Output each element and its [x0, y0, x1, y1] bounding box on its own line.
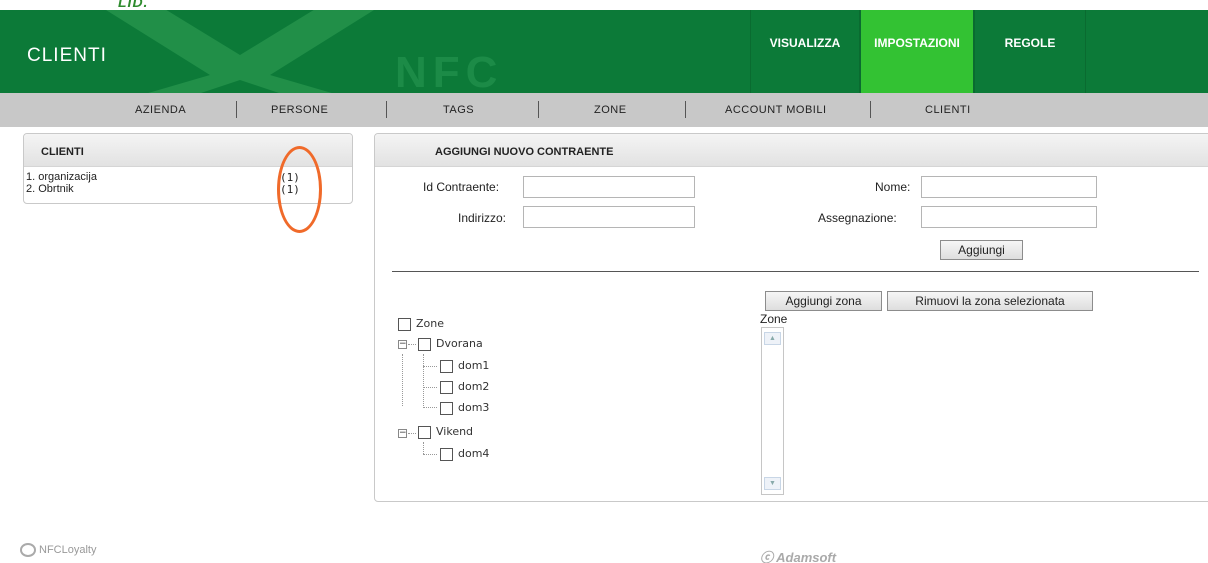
tree-connector	[402, 354, 403, 406]
tree-node-label: dom3	[458, 401, 490, 414]
checkbox[interactable]	[440, 401, 453, 415]
zone-list-label: Zone	[760, 312, 788, 326]
subnav-azienda[interactable]: AZIENDA	[135, 104, 186, 116]
adamsoft-logo-icon: ⓒ	[760, 550, 777, 563]
checkbox[interactable]	[440, 380, 453, 394]
remove-zone-button[interactable]: Rimuovi la zona selezionata	[887, 291, 1093, 311]
annotation-ellipse	[277, 146, 322, 233]
client-label[interactable]: 1. organizacija	[26, 171, 97, 183]
header-nfc-watermark: NFC	[395, 48, 504, 93]
nfc-logo-icon	[20, 543, 36, 557]
aggiungi-button[interactable]: Aggiungi	[940, 240, 1023, 260]
tree-node-label: Dvorana	[436, 337, 483, 350]
assegnazione-label: Assegnazione:	[818, 211, 897, 225]
nome-input[interactable]	[921, 176, 1097, 198]
divider	[392, 271, 1199, 272]
collapse-icon[interactable]: −	[398, 429, 407, 438]
tree-node-label: Vikend	[436, 425, 474, 438]
subnav-separator	[236, 101, 237, 118]
id-contraente-input[interactable]	[523, 176, 695, 198]
sub-nav: AZIENDA PERSONE TAGS ZONE ACCOUNT MOBILI…	[0, 93, 1208, 127]
tree-connector	[423, 354, 424, 406]
add-contractor-title: AGGIUNGI NUOVO CONTRAENTE	[375, 134, 1208, 167]
footer-center-text: Adamsoft	[776, 550, 837, 563]
header-bar: NFC CLIENTI VISUALIZZA IMPOSTAZIONI REGO…	[0, 10, 1208, 93]
tree-connector	[423, 387, 437, 388]
checkbox[interactable]	[440, 447, 453, 461]
scroll-down-icon[interactable]: ▼	[764, 477, 781, 490]
checkbox[interactable]	[418, 337, 431, 351]
tree-node-vikend[interactable]: Vikend	[418, 424, 473, 440]
subnav-persone[interactable]: PERSONE	[271, 104, 328, 116]
subnav-separator	[538, 101, 539, 118]
collapse-icon[interactable]: −	[398, 340, 407, 349]
footer-left-text: NFCLoyalty	[39, 543, 97, 556]
tree-connector	[423, 454, 437, 455]
checkbox[interactable]	[398, 317, 411, 331]
header-x-watermark	[106, 10, 374, 93]
subnav-clienti[interactable]: CLIENTI	[925, 104, 971, 116]
subnav-separator	[386, 101, 387, 118]
checkbox[interactable]	[440, 359, 453, 373]
footer-brand-center: ⓒ Adamsoft	[760, 547, 836, 563]
checkbox[interactable]	[418, 425, 431, 439]
tree-node-label: dom4	[458, 447, 490, 460]
subnav-tags[interactable]: TAGS	[443, 104, 474, 116]
zone-list[interactable]: ▲ ▼	[761, 327, 784, 495]
add-contractor-panel: AGGIUNGI NUOVO CONTRAENTE Id Contraente:…	[374, 133, 1208, 502]
footer-brand-left: NFCLoyalty	[20, 543, 96, 557]
nome-label: Nome:	[875, 180, 911, 194]
nav-regole[interactable]: REGOLE	[974, 10, 1086, 93]
tree-node-label: dom1	[458, 359, 490, 372]
client-label[interactable]: 2. Obrtnik	[26, 183, 74, 195]
top-strip: LID.	[0, 0, 1208, 10]
add-zone-button[interactable]: Aggiungi zona	[765, 291, 882, 311]
id-contraente-label: Id Contraente:	[423, 180, 500, 194]
page-title: CLIENTI	[27, 45, 107, 66]
tree-node-dom4[interactable]: dom4	[440, 446, 489, 462]
subnav-separator	[685, 101, 686, 118]
tree-connector	[423, 366, 437, 367]
tree-node-label: Zone	[416, 317, 445, 330]
tree-connector	[423, 442, 424, 454]
scroll-up-icon[interactable]: ▲	[764, 332, 781, 345]
indirizzo-label: Indirizzo:	[458, 211, 507, 225]
nav-visualizza[interactable]: VISUALIZZA	[750, 10, 860, 93]
subnav-separator	[870, 101, 871, 118]
tree-node-label: dom2	[458, 380, 490, 393]
tree-node-dom2[interactable]: dom2	[440, 379, 489, 395]
tree-node-dvorana[interactable]: Dvorana	[418, 336, 483, 352]
tree-node-root[interactable]: Zone	[398, 316, 444, 332]
tree-connector	[408, 433, 416, 434]
main-nav: VISUALIZZA IMPOSTAZIONI REGOLE	[750, 10, 1086, 93]
tree-connector	[423, 407, 437, 408]
app-window: LID. NFC CLIENTI VISUALIZZA IMPOSTAZIONI…	[0, 0, 1208, 563]
tree-node-dom1[interactable]: dom1	[440, 358, 489, 374]
subnav-account-mobili[interactable]: ACCOUNT MOBILI	[725, 104, 827, 116]
tree-node-dom3[interactable]: dom3	[440, 400, 489, 416]
assegnazione-input[interactable]	[921, 206, 1097, 228]
top-logo-fragment: LID.	[118, 0, 149, 10]
nav-impostazioni[interactable]: IMPOSTAZIONI	[860, 10, 974, 93]
indirizzo-input[interactable]	[523, 206, 695, 228]
subnav-zone[interactable]: ZONE	[594, 104, 627, 116]
tree-connector	[408, 344, 416, 345]
